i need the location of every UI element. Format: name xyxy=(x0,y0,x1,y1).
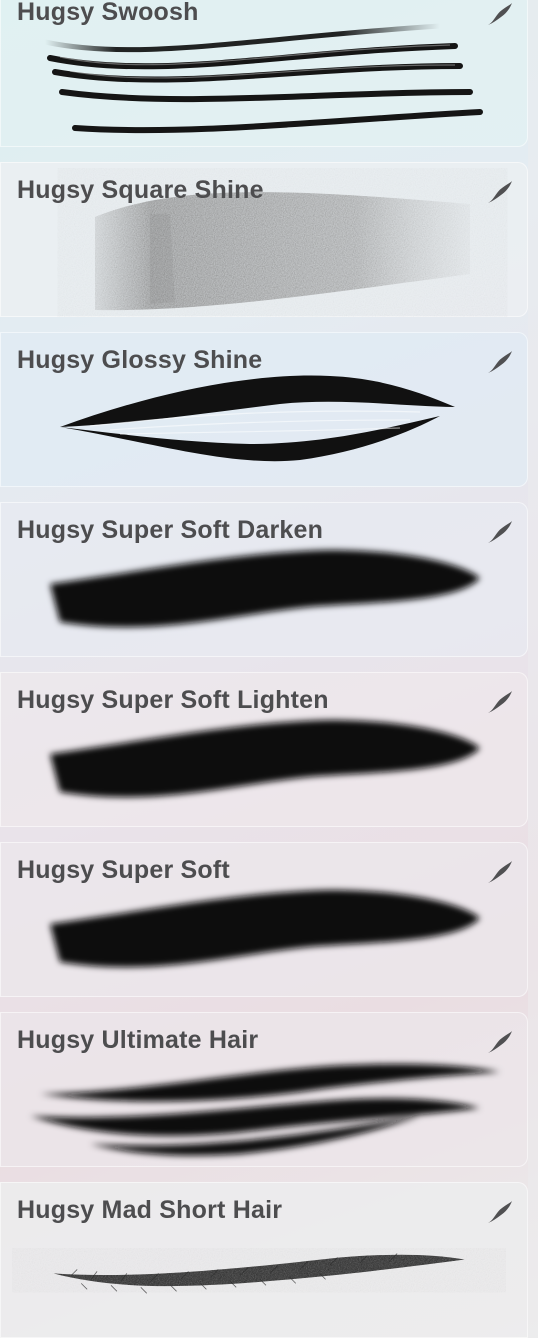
brush-item-hugsy-glossy-shine[interactable]: Hugsy Glossy Shine xyxy=(0,332,528,487)
brush-stroke-icon[interactable] xyxy=(486,518,514,546)
brush-name: Hugsy Super Soft Darken xyxy=(17,516,324,544)
brush-name: Hugsy Ultimate Hair xyxy=(17,1026,259,1054)
brush-item-hugsy-square-shine[interactable]: Hugsy Square Shine xyxy=(0,162,528,317)
list-edge xyxy=(528,0,538,1338)
brush-name: Hugsy Super Soft xyxy=(17,856,230,884)
brush-stroke-icon[interactable] xyxy=(486,178,514,206)
brush-name: Hugsy Swoosh xyxy=(17,0,199,26)
brush-item-hugsy-super-soft-lighten[interactable]: Hugsy Super Soft Lighten xyxy=(0,672,528,827)
brush-stroke-icon[interactable] xyxy=(486,348,514,376)
brush-stroke-icon[interactable] xyxy=(486,688,514,716)
brush-stroke-icon[interactable] xyxy=(486,858,514,886)
brush-item-hugsy-mad-short-hair[interactable]: Hugsy Mad Short Hair xyxy=(0,1182,528,1338)
brush-stroke-icon[interactable] xyxy=(486,0,514,28)
brush-stroke-icon[interactable] xyxy=(486,1028,514,1056)
brush-item-hugsy-swoosh[interactable]: Hugsy Swoosh xyxy=(0,0,528,147)
brush-item-hugsy-super-soft-darken[interactable]: Hugsy Super Soft Darken xyxy=(0,502,528,657)
brush-name: Hugsy Glossy Shine xyxy=(17,346,263,374)
brush-item-hugsy-ultimate-hair[interactable]: Hugsy Ultimate Hair xyxy=(0,1012,528,1167)
brush-name: Hugsy Super Soft Lighten xyxy=(17,686,329,714)
brush-name: Hugsy Square Shine xyxy=(17,176,264,204)
brush-item-hugsy-super-soft[interactable]: Hugsy Super Soft xyxy=(0,842,528,997)
brush-library-list: Hugsy Swoosh Hugsy Square Shine Hugsy Gl… xyxy=(0,0,538,1338)
brush-name: Hugsy Mad Short Hair xyxy=(17,1196,283,1224)
brush-stroke-icon[interactable] xyxy=(486,1198,514,1226)
